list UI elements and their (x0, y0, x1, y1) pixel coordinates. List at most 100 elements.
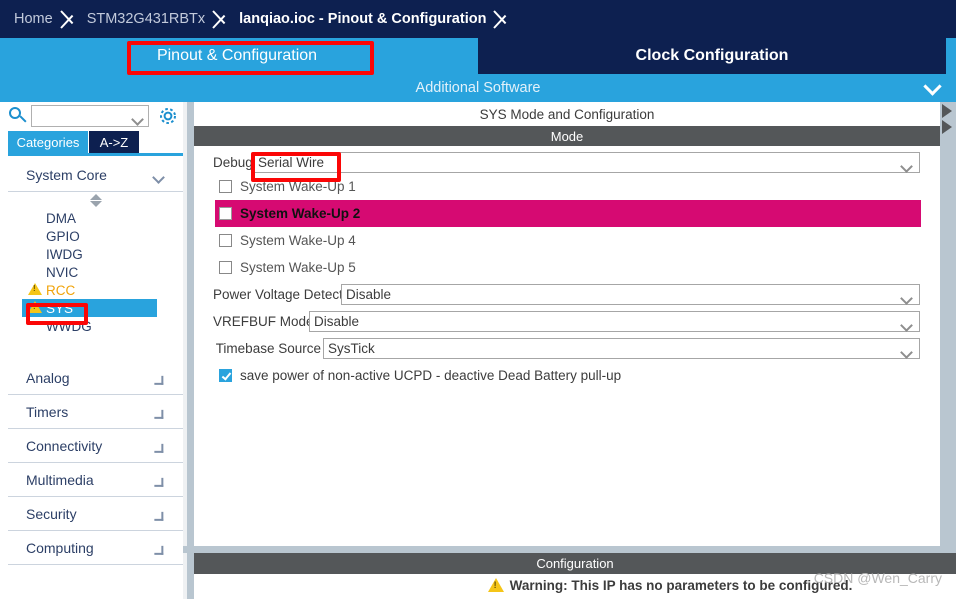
checkbox-system-wakeup-5[interactable] (219, 261, 232, 274)
power-voltage-detector-label: Power Voltage Detector In (213, 287, 370, 302)
sidebar-group-label: Connectivity (26, 437, 103, 454)
timebase-source-select[interactable]: SysTick (323, 338, 920, 359)
row-ucpd-dead-battery[interactable]: save power of non-active UCPD - deactive… (194, 362, 940, 389)
panel-title: SYS Mode and Configuration (194, 102, 940, 126)
sidebar-item-label: GPIO (46, 228, 80, 244)
vertical-scrollbar[interactable] (940, 102, 956, 546)
chevron-right-icon (150, 541, 168, 559)
ucpd-dead-battery-label: save power of non-active UCPD - deactive… (240, 368, 622, 383)
sys-configuration-panel: SYS Mode and Configuration Mode Debug Se… (194, 102, 940, 599)
debug-label: Debug (213, 155, 253, 170)
sidebar-item-nvic[interactable]: NVIC (8, 263, 183, 281)
warning-triangle-icon (487, 577, 504, 592)
bottom-separator (183, 546, 956, 553)
sidebar-group-label: Timers (26, 403, 69, 420)
timebase-source-value: SysTick (328, 341, 375, 356)
additional-software-bar[interactable]: Additional Software (0, 74, 956, 102)
checkbox-ucpd-dead-battery[interactable] (219, 369, 232, 382)
checkbox-system-wakeup-4[interactable] (219, 234, 232, 247)
system-wakeup-2-label: System Wake-Up 2 (240, 206, 361, 221)
spinner-down-icon[interactable] (90, 201, 102, 207)
power-voltage-detector-select[interactable]: Disable (341, 284, 920, 305)
sidebar-item-wwdg[interactable]: WWDG (8, 317, 183, 335)
debug-value: Serial Wire (258, 155, 325, 170)
debug-select[interactable]: Serial Wire (253, 152, 920, 173)
tab-categories[interactable]: Categories (8, 131, 88, 153)
chevron-down-icon (152, 169, 165, 185)
chevron-down-icon[interactable] (923, 77, 942, 96)
spinner-up-icon[interactable] (90, 194, 102, 200)
sidebar-item-label: NVIC (46, 264, 79, 280)
warning-triangle-icon (28, 301, 42, 313)
row-system-wakeup-4[interactable]: System Wake-Up 4 (194, 227, 940, 254)
watermark: CSDN @Wen_Carry (813, 570, 942, 586)
panel-divider-inner (183, 102, 187, 599)
sidebar-group-multimedia[interactable]: Multimedia (8, 463, 183, 497)
sidebar-scroll-spinner[interactable] (8, 192, 183, 209)
row-system-wakeup-1[interactable]: System Wake-Up 1 (194, 173, 940, 200)
breadcrumb-item-current[interactable]: lanqiao.ioc - Pinout & Configuration (239, 11, 486, 27)
breadcrumb: Home STM32G431RBTx lanqiao.ioc - Pinout … (0, 0, 956, 38)
search-input[interactable] (32, 106, 128, 126)
sidebar-group-analog[interactable]: Analog (8, 361, 183, 395)
chevron-right-icon (150, 473, 168, 491)
sidebar-item-label: DMA (46, 210, 76, 226)
system-wakeup-4-label: System Wake-Up 4 (240, 233, 356, 248)
sidebar-group-timers[interactable]: Timers (8, 395, 183, 429)
breadcrumb-item-mcu[interactable]: STM32G431RBTx (87, 11, 205, 27)
sidebar-group-computing[interactable]: Computing (8, 531, 183, 565)
scroll-arrow-icon[interactable] (942, 104, 952, 118)
row-power-voltage-detector: Power Voltage Detector In Disable (194, 281, 940, 308)
chevron-down-icon[interactable] (900, 344, 913, 362)
sidebar-item-dma[interactable]: DMA (8, 209, 183, 227)
tab-clock-configuration[interactable]: Clock Configuration (478, 38, 946, 74)
tab-pinout-configuration[interactable]: Pinout & Configuration (0, 38, 474, 74)
gear-icon[interactable] (157, 105, 179, 127)
sidebar-item-sys[interactable]: SYS (22, 299, 157, 317)
sidebar-tabs-underline (8, 153, 183, 156)
sidebar-item-gpio[interactable]: GPIO (8, 227, 183, 245)
power-voltage-detector-value: Disable (346, 287, 392, 302)
vrefbuf-mode-label: VREFBUF Mode (213, 314, 314, 329)
sidebar-group-label: Computing (26, 539, 94, 556)
vrefbuf-mode-select[interactable]: Disable (309, 311, 920, 332)
sidebar-group-label: Security (26, 505, 77, 522)
sidebar-group-label: Analog (26, 369, 70, 386)
sidebar-group-security[interactable]: Security (8, 497, 183, 531)
row-vrefbuf-mode: VREFBUF Mode Disable (194, 308, 940, 335)
sidebar-item-label: WWDG (46, 318, 92, 334)
sidebar-item-rcc[interactable]: RCC (8, 281, 183, 299)
additional-software-label: Additional Software (415, 80, 541, 96)
sidebar-group-system-core[interactable]: System Core (8, 158, 183, 192)
timebase-source-label: Timebase Source (215, 341, 321, 356)
chevron-down-icon[interactable] (131, 111, 144, 129)
sidebar-view-tabs: Categories A->Z (8, 131, 183, 153)
tab-row: Pinout & Configuration Clock Configurati… (0, 38, 956, 74)
row-system-wakeup-5[interactable]: System Wake-Up 5 (194, 254, 940, 281)
breadcrumb-item-home[interactable]: Home (0, 11, 53, 27)
system-wakeup-1-label: System Wake-Up 1 (240, 179, 356, 194)
checkbox-system-wakeup-1[interactable] (219, 180, 232, 193)
configuration-warning-text: Warning: This IP has no parameters to be… (509, 578, 853, 593)
tabbar-right-cap (946, 38, 956, 74)
checkbox-system-wakeup-2[interactable] (219, 207, 232, 220)
search-icon (6, 104, 30, 128)
sidebar-item-label: SYS (46, 300, 74, 316)
sidebar-group-connectivity[interactable]: Connectivity (8, 429, 183, 463)
row-debug: Debug Serial Wire (194, 146, 940, 173)
breadcrumb-separator-icon (57, 0, 83, 38)
row-timebase-source: Timebase Source SysTick (194, 335, 940, 362)
chevron-down-icon[interactable] (900, 290, 913, 308)
chevron-right-icon (150, 439, 168, 457)
main-tabbar: Pinout & Configuration Clock Configurati… (0, 38, 956, 102)
chevron-down-icon[interactable] (900, 317, 913, 335)
mode-form: Debug Serial Wire System Wake-Up 1 Syste… (194, 146, 940, 389)
row-system-wakeup-2[interactable]: System Wake-Up 2 (215, 200, 921, 227)
tab-a-to-z[interactable]: A->Z (89, 131, 139, 153)
breadcrumb-separator-icon (209, 0, 235, 38)
sidebar-item-label: RCC (46, 282, 76, 298)
search-box[interactable] (31, 105, 149, 127)
sidebar-item-iwdg[interactable]: IWDG (8, 245, 183, 263)
scroll-arrow-icon[interactable] (942, 120, 952, 134)
